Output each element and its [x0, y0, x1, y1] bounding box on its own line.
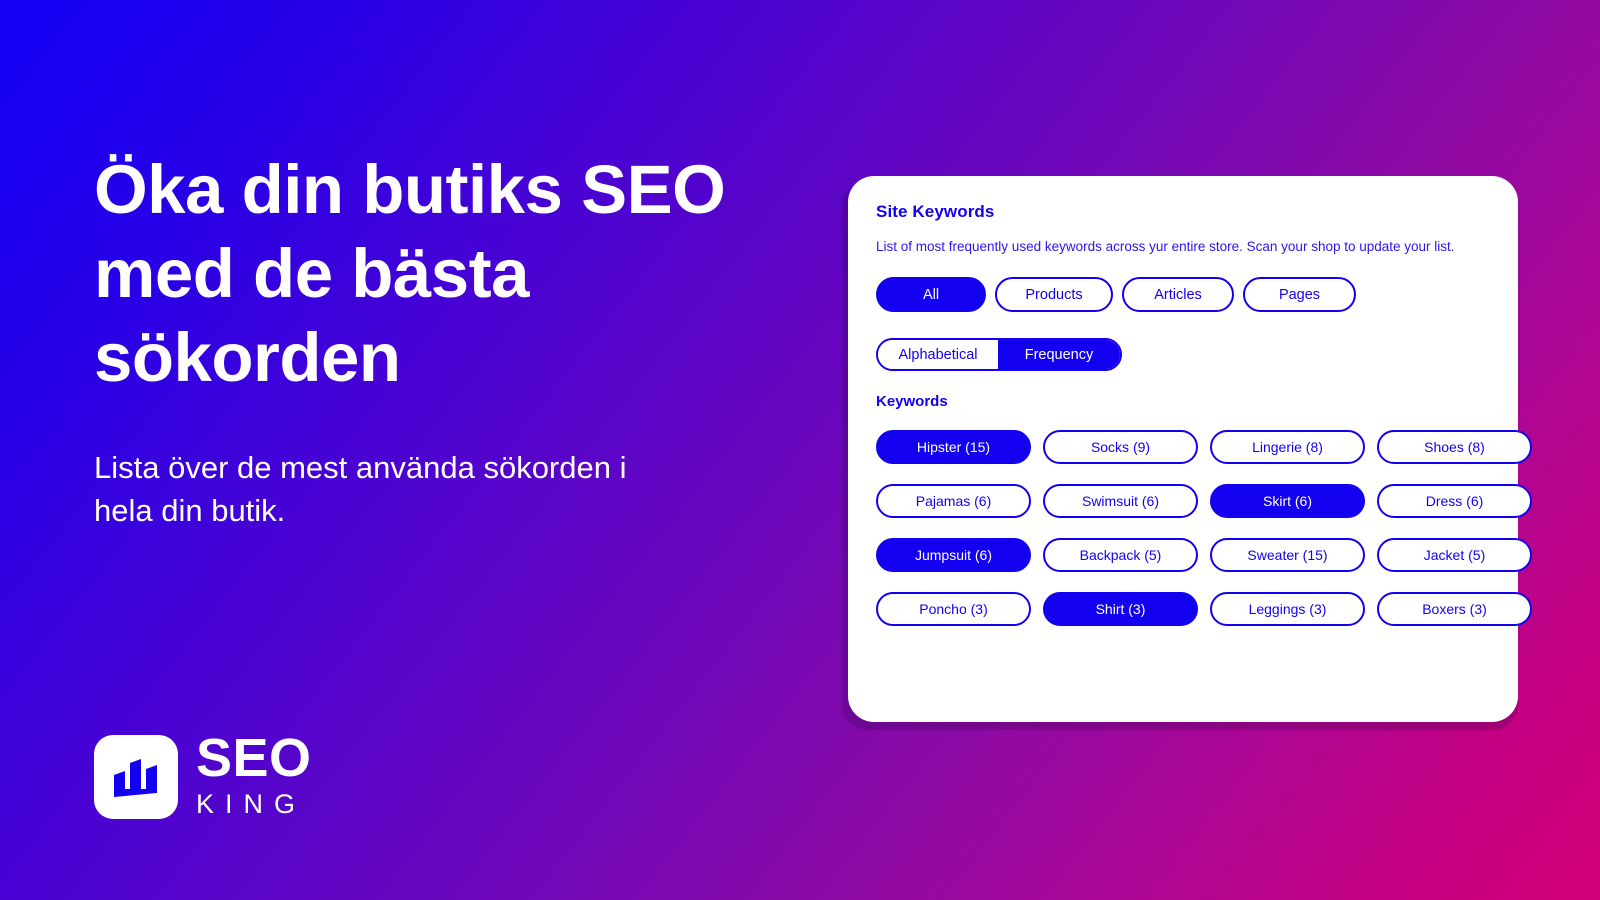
bar-chart-icon [111, 753, 161, 801]
filter-tab-products[interactable]: Products [995, 277, 1113, 312]
hero-subtitle: Lista över de mest använda sökorden i he… [94, 450, 627, 528]
seo-king-logo: SEO KING [94, 728, 312, 821]
page-title: Öka din butiks SEO med de bästa sökorden [94, 151, 726, 396]
keyword-chip[interactable]: Sweater (15) [1210, 538, 1365, 572]
filter-tab-articles[interactable]: Articles [1122, 277, 1234, 312]
keyword-chip[interactable]: Backpack (5) [1043, 538, 1198, 572]
keyword-chip[interactable]: Poncho (3) [876, 592, 1031, 626]
content-type-filter-group: All Products Articles Pages [876, 277, 1490, 312]
keyword-chip[interactable]: Shirt (3) [1043, 592, 1198, 626]
filter-tab-pages[interactable]: Pages [1243, 277, 1356, 312]
keyword-chip[interactable]: Shoes (8) [1377, 430, 1532, 464]
keyword-chip[interactable]: Swimsuit (6) [1043, 484, 1198, 518]
keyword-chip[interactable]: Lingerie (8) [1210, 430, 1365, 464]
keyword-chip[interactable]: Skirt (6) [1210, 484, 1365, 518]
sort-option-alphabetical[interactable]: Alphabetical [878, 340, 998, 369]
sort-option-frequency[interactable]: Frequency [998, 340, 1120, 369]
logo-wordmark: SEO KING [196, 728, 312, 821]
keyword-chip[interactable]: Dress (6) [1377, 484, 1532, 518]
keyword-chip[interactable]: Boxers (3) [1377, 592, 1532, 626]
logo-secondary-text: KING [196, 789, 307, 819]
logo-mark [94, 735, 178, 819]
card-description: List of most frequently used keywords ac… [876, 239, 1455, 254]
filter-tab-all[interactable]: All [876, 277, 986, 312]
keyword-chip[interactable]: Leggings (3) [1210, 592, 1365, 626]
site-keywords-card: Site Keywords List of most frequently us… [848, 176, 1532, 722]
keyword-chip[interactable]: Socks (9) [1043, 430, 1198, 464]
keyword-chip[interactable]: Jumpsuit (6) [876, 538, 1031, 572]
sort-order-segmented-control: Alphabetical Frequency [876, 338, 1122, 371]
promotional-banner: Öka din butiks SEO med de bästa sökorden… [0, 0, 1600, 900]
logo-primary-text: SEO [196, 728, 312, 788]
keyword-chip[interactable]: Jacket (5) [1377, 538, 1532, 572]
keywords-section-label: Keywords [876, 393, 948, 410]
keyword-chip[interactable]: Hipster (15) [876, 430, 1031, 464]
keyword-chip[interactable]: Pajamas (6) [876, 484, 1031, 518]
card-title: Site Keywords [876, 202, 995, 221]
keyword-chip-grid: Hipster (15) Socks (9) Lingerie (8) Shoes (… [876, 430, 1532, 626]
hero-text-block: Öka din butiks SEO med de bästa sökorden… [94, 148, 794, 532]
